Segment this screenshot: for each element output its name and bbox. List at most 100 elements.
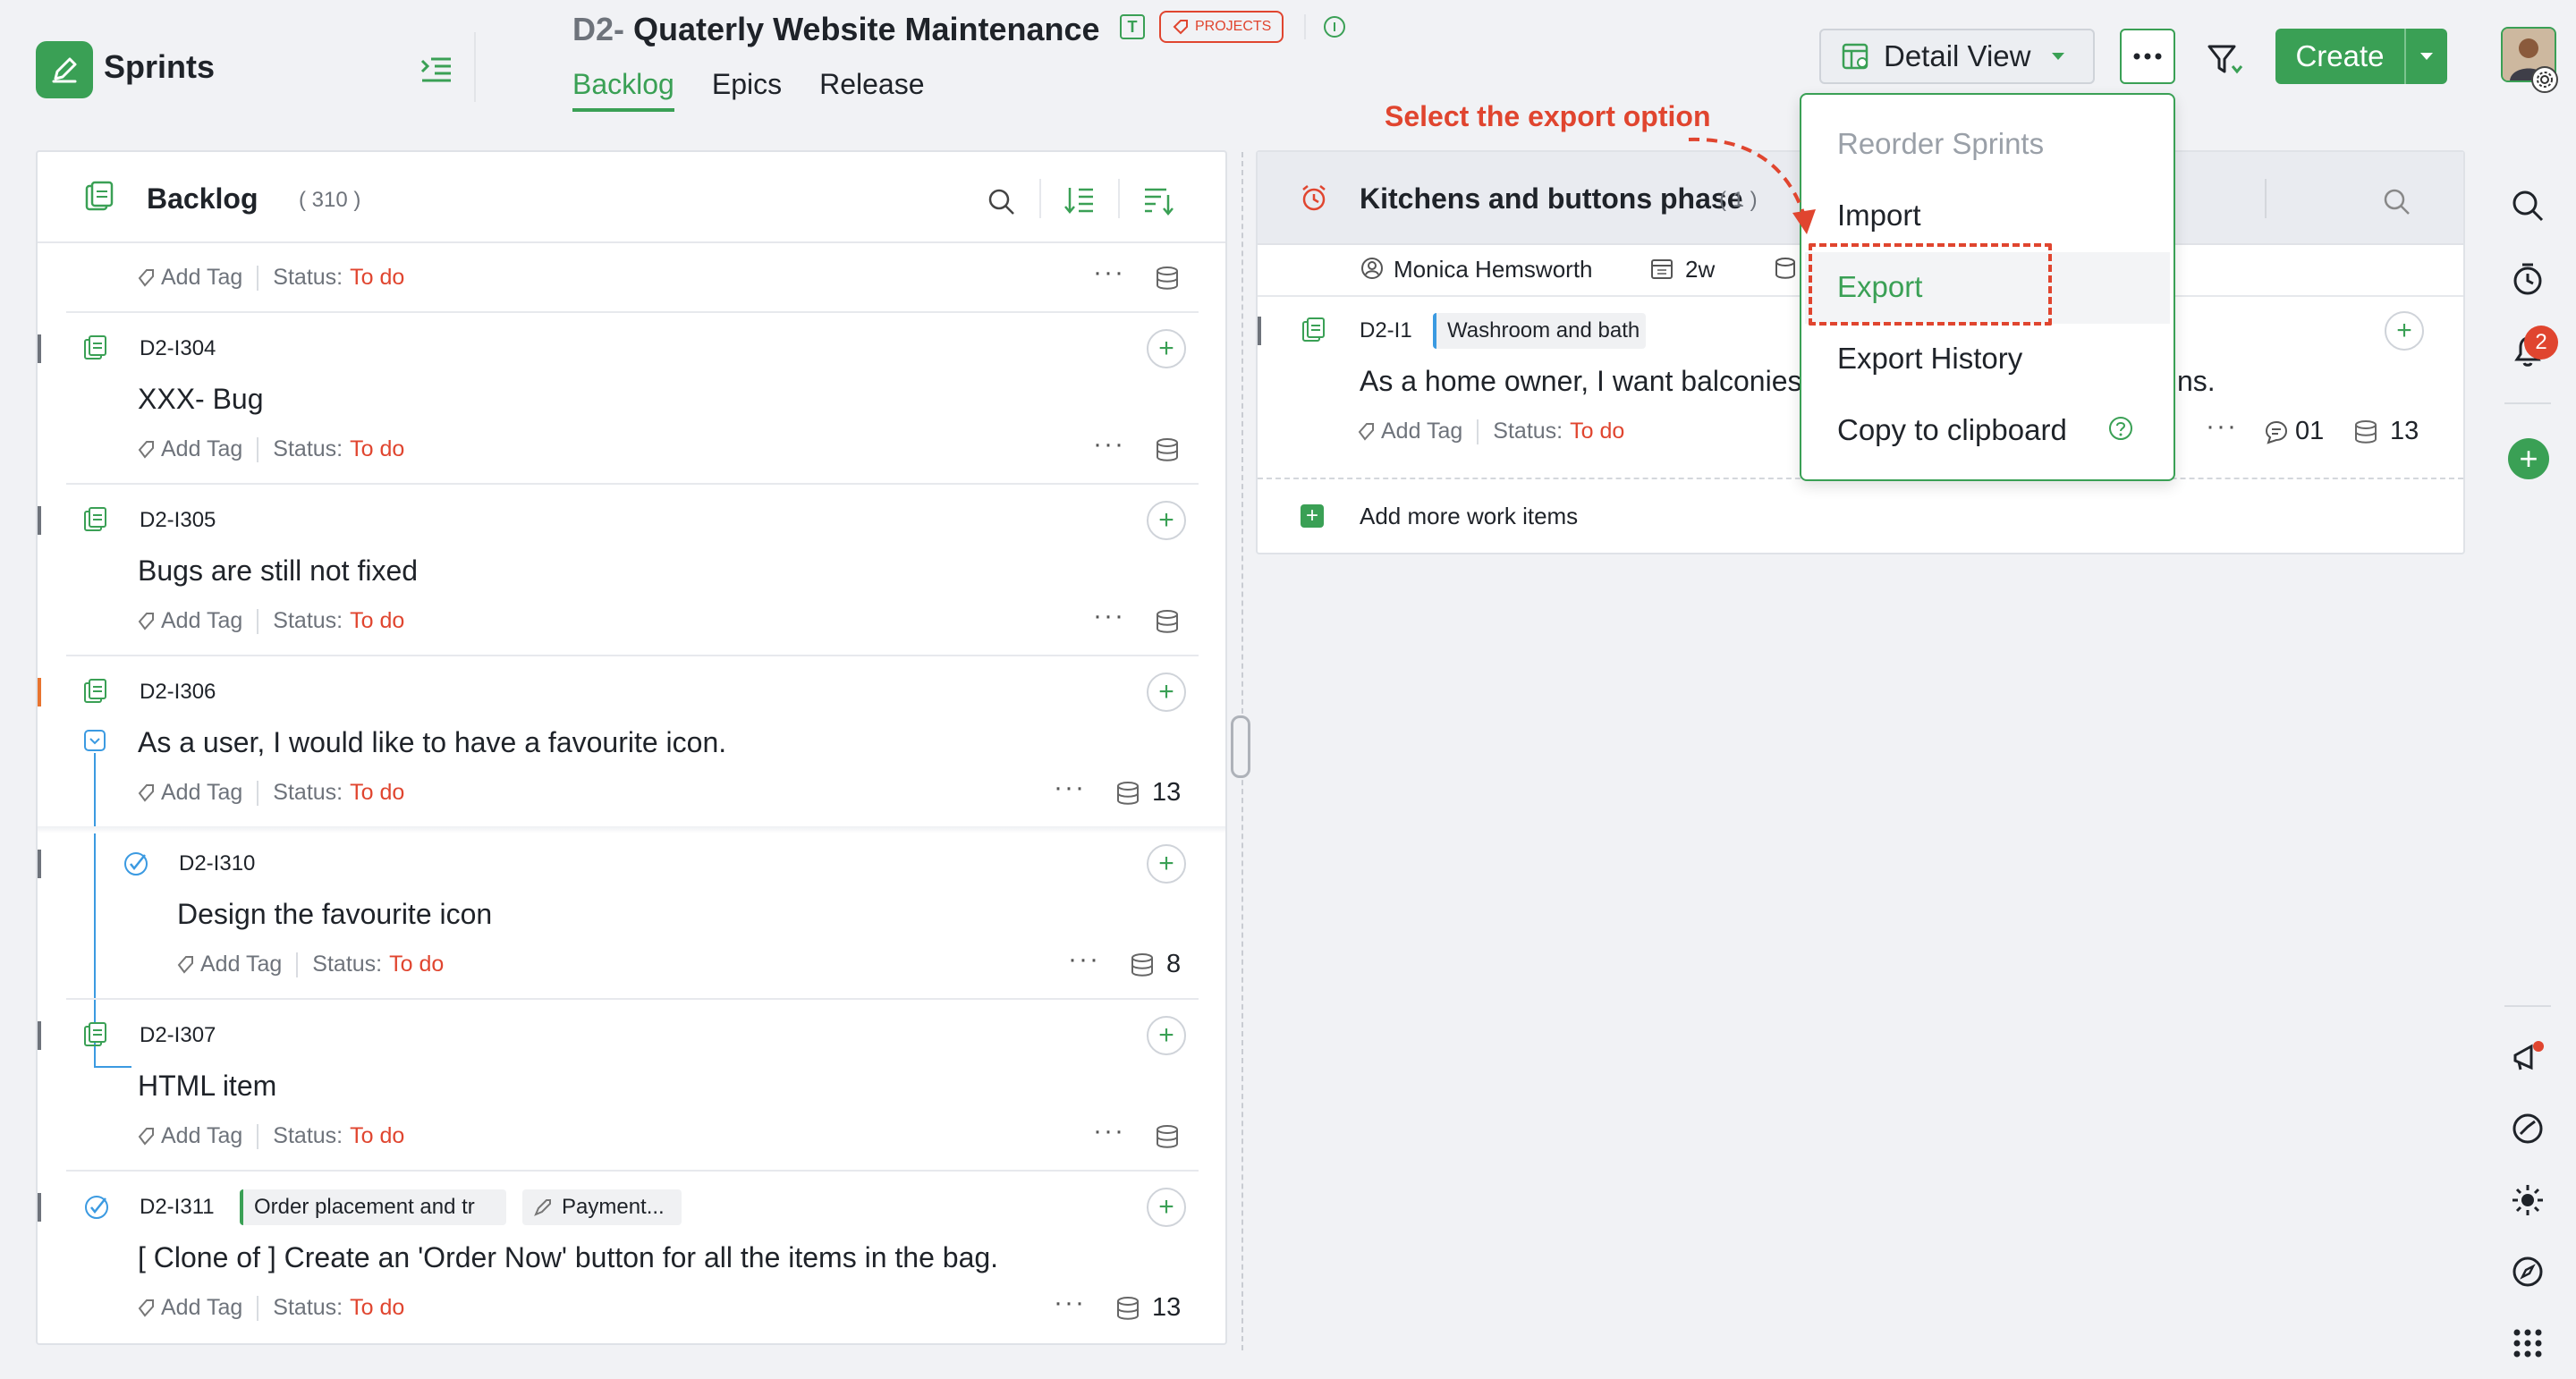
- row-menu-icon[interactable]: ···: [1093, 601, 1125, 631]
- timer-icon[interactable]: [2510, 261, 2546, 297]
- status-value[interactable]: To do: [350, 436, 404, 462]
- row-menu-icon[interactable]: ···: [1093, 429, 1125, 460]
- backlog-header: Backlog ( 310 ): [38, 152, 1225, 243]
- sprint-owner[interactable]: Monica Hemsworth: [1394, 256, 1593, 283]
- item-id[interactable]: D2-I311: [140, 1195, 215, 1220]
- view-selector[interactable]: Detail View: [1819, 29, 2095, 84]
- dashboard-icon[interactable]: [2510, 1111, 2546, 1146]
- epic-tag[interactable]: Washroom and bath: [1433, 313, 1646, 349]
- story-points-icon: [1117, 781, 1139, 805]
- item-id[interactable]: D2-I305: [140, 508, 216, 533]
- app-grid-icon[interactable]: [2510, 1325, 2546, 1361]
- projects-badge[interactable]: PROJECTS: [1159, 11, 1284, 43]
- search-icon[interactable]: [2510, 188, 2546, 224]
- help-icon[interactable]: [2107, 415, 2134, 442]
- project-name: Quaterly Website Maintenance: [633, 11, 1100, 47]
- add-tag-link[interactable]: Add Tag: [161, 780, 242, 806]
- menu-item-export-history[interactable]: Export History: [1837, 342, 2022, 376]
- project-type-badge[interactable]: T: [1120, 14, 1145, 39]
- add-more-work-items[interactable]: Add more work items: [1360, 503, 1578, 530]
- sort-order-icon[interactable]: [1063, 182, 1098, 218]
- row-divider: [66, 311, 1199, 313]
- release-tag[interactable]: Payment...: [522, 1189, 682, 1225]
- status-value[interactable]: To do: [350, 1123, 404, 1149]
- sprint-duration[interactable]: 2w: [1685, 256, 1715, 283]
- item-title[interactable]: [ Clone of ] Create an 'Order Now' butto…: [138, 1241, 998, 1274]
- item-meta: Add Tag Status: To do: [1356, 419, 1624, 444]
- add-tag-link[interactable]: Add Tag: [161, 436, 242, 462]
- item-id[interactable]: D2-I306: [140, 680, 216, 705]
- epic-tag-label: Washroom and bath: [1447, 318, 1640, 343]
- menu-item-import[interactable]: Import: [1837, 199, 1921, 233]
- add-tag-link[interactable]: Add Tag: [200, 952, 282, 977]
- status-label: Status:: [273, 265, 343, 290]
- status-value[interactable]: To do: [350, 780, 404, 806]
- item-id[interactable]: D2-I310: [179, 851, 255, 876]
- theme-sun-icon[interactable]: [2510, 1182, 2546, 1218]
- status-value[interactable]: To do: [389, 952, 444, 977]
- item-id[interactable]: D2-I1: [1360, 318, 1412, 343]
- add-subitem-button[interactable]: +: [1147, 1188, 1186, 1227]
- search-icon[interactable]: [986, 186, 1018, 218]
- item-id[interactable]: D2-I304: [140, 336, 216, 361]
- info-icon[interactable]: [1322, 14, 1347, 39]
- add-subitem-button[interactable]: +: [1147, 673, 1186, 712]
- row-menu-icon[interactable]: ···: [1054, 773, 1086, 803]
- add-tag-link[interactable]: Add Tag: [161, 608, 242, 634]
- tab-backlog[interactable]: Backlog: [572, 68, 674, 112]
- item-title[interactable]: XXX- Bug: [138, 383, 264, 416]
- filter-icon[interactable]: [2206, 39, 2245, 79]
- status-value[interactable]: To do: [350, 265, 404, 291]
- expand-subitems-icon[interactable]: [84, 730, 106, 751]
- item-title[interactable]: Bugs are still not fixed: [138, 554, 418, 588]
- row-divider: [66, 655, 1199, 656]
- compass-icon[interactable]: [2510, 1254, 2546, 1290]
- item-title-end[interactable]: ns.: [2177, 365, 2216, 398]
- announcement-icon[interactable]: [2510, 1039, 2546, 1075]
- add-tag-link[interactable]: Add Tag: [161, 1123, 242, 1149]
- row-divider: [66, 1170, 1199, 1172]
- sort-icon[interactable]: [1140, 182, 1175, 218]
- add-tag-link[interactable]: Add Tag: [161, 265, 242, 291]
- row-marker: [38, 1193, 41, 1222]
- add-subitem-button[interactable]: +: [1147, 1016, 1186, 1055]
- tab-epics[interactable]: Epics: [712, 68, 782, 112]
- row-menu-icon[interactable]: ···: [1054, 1288, 1086, 1318]
- add-tag-link[interactable]: Add Tag: [1381, 419, 1462, 444]
- status-value[interactable]: To do: [1570, 419, 1624, 444]
- settings-gear-icon[interactable]: [2531, 66, 2558, 93]
- item-title[interactable]: HTML item: [138, 1070, 276, 1103]
- resize-handle[interactable]: [1231, 715, 1250, 778]
- status-value[interactable]: To do: [350, 608, 404, 634]
- search-icon[interactable]: [2381, 186, 2413, 218]
- row-menu-icon[interactable]: ···: [1068, 944, 1100, 975]
- add-subitem-button[interactable]: +: [1147, 501, 1186, 540]
- add-subitem-button[interactable]: +: [2385, 311, 2424, 351]
- add-subitem-button[interactable]: +: [1147, 329, 1186, 368]
- backlog-icon: [85, 181, 114, 211]
- row-menu-icon[interactable]: ···: [1093, 258, 1125, 288]
- collapse-sidebar-icon[interactable]: [417, 50, 456, 89]
- row-menu-icon[interactable]: ···: [2206, 411, 2238, 442]
- add-subitem-button[interactable]: +: [1147, 844, 1186, 884]
- item-title[interactable]: Design the favourite icon: [177, 898, 492, 931]
- app-logo[interactable]: [36, 41, 93, 98]
- status-value[interactable]: To do: [350, 1295, 404, 1321]
- item-title[interactable]: As a home owner, I want balconies: [1360, 365, 1802, 398]
- tab-release[interactable]: Release: [819, 68, 924, 112]
- comments[interactable]: 01: [2263, 417, 2324, 446]
- menu-item-copy-to-clipboard[interactable]: Copy to clipboard: [1837, 413, 2067, 447]
- quick-add-button[interactable]: +: [2508, 438, 2549, 479]
- epic-tag[interactable]: Order placement and tr: [240, 1189, 506, 1225]
- story-icon: [1302, 317, 1325, 342]
- tag-icon: [177, 955, 193, 974]
- more-options-button[interactable]: [2120, 29, 2175, 84]
- row-menu-icon[interactable]: ···: [1093, 1116, 1125, 1146]
- add-tag-link[interactable]: Add Tag: [161, 1295, 242, 1321]
- create-button[interactable]: Create: [2275, 29, 2447, 84]
- item-title[interactable]: As a user, I would like to have a favour…: [138, 726, 726, 759]
- item-id[interactable]: D2-I307: [140, 1023, 216, 1048]
- annotation-callout: Select the export option: [1385, 100, 1711, 132]
- create-dropdown-icon[interactable]: [2404, 29, 2447, 84]
- add-icon[interactable]: +: [1301, 504, 1324, 528]
